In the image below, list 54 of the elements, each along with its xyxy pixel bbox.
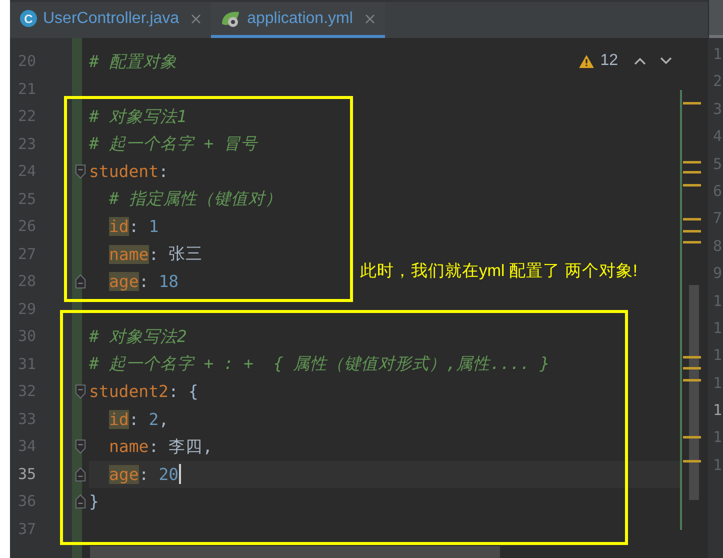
line-number: 35 [16,464,37,484]
yaml-value: 张三 [168,243,203,266]
code-punctuation: : [158,162,168,182]
code-punctuation: } [89,492,99,512]
yaml-key: name [109,244,149,264]
code-comment: # 指定属性（键值对） [109,188,282,210]
yaml-key: age [109,272,139,292]
code-punctuation: : [138,464,150,484]
yaml-value: 20 [158,464,179,484]
warning-count: 12 [600,52,618,70]
fold-icon[interactable] [75,439,86,454]
code-punctuation: : [128,410,140,429]
code-comment: # 配置对象 [89,50,177,73]
class-icon: C [20,10,37,27]
yaml-key: name [109,437,149,456]
code-punctuation: : [168,382,180,402]
yaml-key: student2 [89,382,168,402]
fold-icon[interactable] [75,164,86,180]
text-caret [178,464,181,484]
yaml-key: id [109,410,129,429]
code-punctuation: , [158,410,169,429]
warning-icon [579,54,594,68]
code-comment: # 起一个名字 + 冒号 [89,133,258,156]
yaml-value: 李四 [168,436,203,458]
yaml-key: student [89,162,159,182]
file-tab[interactable]: C UserController.java [10,2,212,38]
code-comment: # 对象写法2 [89,326,187,348]
yaml-key: age [109,464,139,484]
code-punctuation: : [148,437,160,456]
yaml-value: 1 [148,217,159,236]
code-punctuation: { [188,382,198,402]
chevron-down-icon[interactable] [660,57,672,65]
code-comment: # 起一个名字 + : + { 属性（键值对形式）,属性.... } [89,353,550,376]
fold-icon[interactable] [75,384,86,400]
chevron-up-icon[interactable] [634,57,646,65]
yaml-key: id [109,217,129,236]
line-number: 1 [713,400,723,422]
yaml-value: 2 [148,410,159,429]
code-punctuation: : [138,272,150,292]
horizontal-scrollbar[interactable] [90,546,500,558]
code-punctuation: : [128,217,140,236]
close-icon[interactable] [364,14,375,24]
fold-icon[interactable] [75,274,86,290]
code-comment: # 对象写法1 [89,106,187,128]
annotation-note: 此时，我们就在yml 配置了 两个对象! [360,261,638,282]
fold-icon[interactable] [75,466,86,482]
yaml-value: 18 [158,272,179,292]
fold-icon[interactable] [75,494,86,510]
leaf-gear-icon [221,10,242,28]
editor-tab[interactable] [709,0,723,38]
code-punctuation: : [148,244,160,264]
inspection-widget[interactable]: 12 [579,52,680,70]
code-punctuation: , [202,437,213,456]
close-icon[interactable] [191,14,202,24]
